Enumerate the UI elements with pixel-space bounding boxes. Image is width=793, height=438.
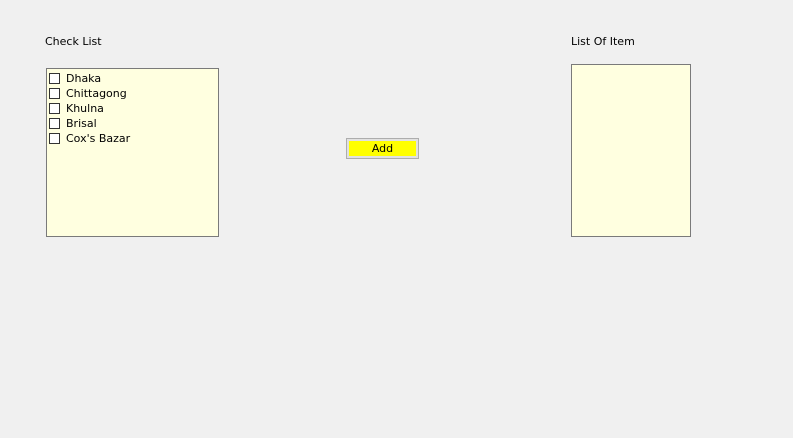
check-item-khulna[interactable]: Khulna	[47, 101, 218, 116]
checkbox[interactable]	[49, 118, 60, 129]
list-of-item-box[interactable]	[571, 64, 691, 237]
check-item-coxs-bazar[interactable]: Cox's Bazar	[47, 131, 218, 146]
check-item-label: Cox's Bazar	[66, 132, 131, 145]
checkbox[interactable]	[49, 133, 60, 144]
add-button[interactable]: Add	[346, 138, 419, 159]
checkbox[interactable]	[49, 73, 60, 84]
check-item-label: Khulna	[66, 102, 104, 115]
check-item-chittagong[interactable]: Chittagong	[47, 86, 218, 101]
checkbox[interactable]	[49, 103, 60, 114]
check-list-box[interactable]: Dhaka Chittagong Khulna Brisal Cox's Baz…	[46, 68, 219, 237]
add-button-label: Add	[349, 141, 416, 156]
check-item-brisal[interactable]: Brisal	[47, 116, 218, 131]
check-list-label: Check List	[45, 35, 102, 48]
check-item-label: Dhaka	[66, 72, 102, 85]
checkbox[interactable]	[49, 88, 60, 99]
check-item-label: Chittagong	[66, 87, 127, 100]
check-item-label: Brisal	[66, 117, 97, 130]
list-of-item-label: List Of Item	[571, 35, 635, 48]
check-item-dhaka[interactable]: Dhaka	[47, 71, 218, 86]
